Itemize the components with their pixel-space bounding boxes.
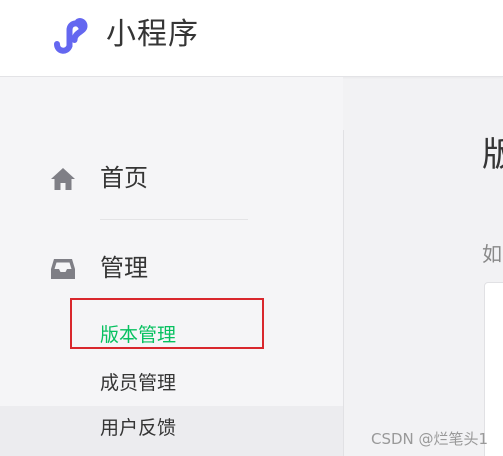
sidebar-subitem-user-feedback[interactable]: 用户反馈 [0,406,343,456]
sidebar-item-label: 管理 [100,254,148,282]
inbox-icon [51,259,75,279]
app-title: 小程序 [106,17,199,52]
nav-separator [100,219,248,220]
sidebar-subitem-label: 成员管理 [100,372,177,394]
page-title: 版 [482,135,503,175]
top-header: 小程序 [0,0,503,77]
sidebar-item-manage[interactable]: 管理 [0,244,343,292]
sidebar-divider [343,130,344,456]
page-hint-text: 如 [482,242,502,266]
mini-program-logo-icon [54,18,88,54]
home-icon [51,168,75,190]
sidebar-subitem-label: 用户反馈 [100,417,177,439]
watermark: CSDN @烂笔头1 [371,430,489,448]
sidebar-subitem-member-management[interactable]: 成员管理 [0,361,343,401]
annotation-highlight-box [70,298,264,349]
sidebar-item-label: 首页 [100,164,148,192]
page: 小程序 首页 管理 版本管理 成员管理 用户反馈 版 如 CSDN @烂笔头1 [0,0,503,456]
sidebar-item-home[interactable]: 首页 [0,154,343,202]
